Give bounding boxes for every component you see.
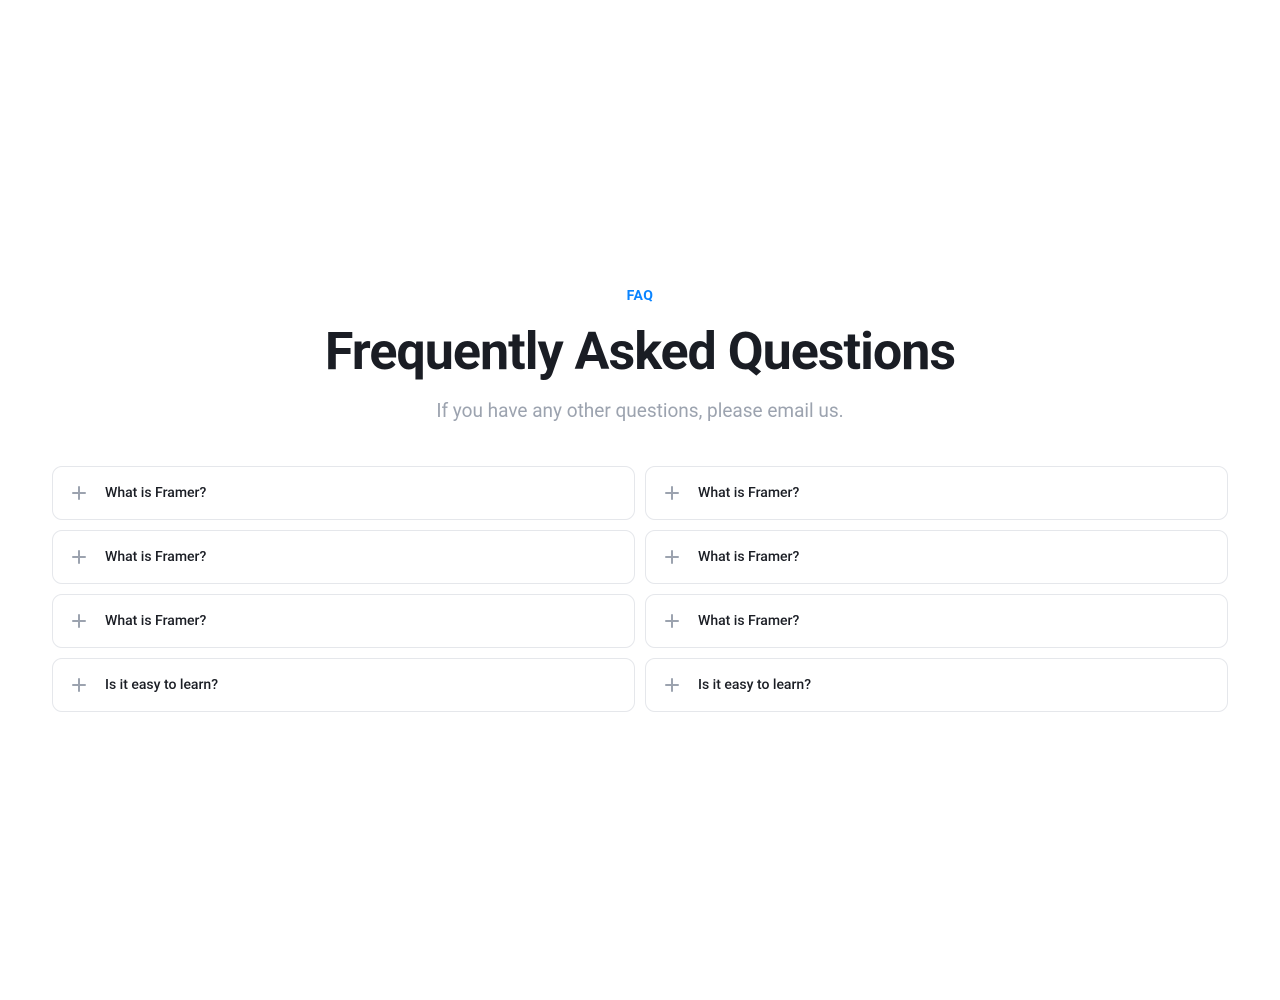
faq-question: Is it easy to learn? [105, 677, 218, 693]
faq-item[interactable]: Is it easy to learn? [52, 658, 635, 712]
faq-item[interactable]: Is it easy to learn? [645, 658, 1228, 712]
page-subtitle: If you have any other questions, please … [436, 399, 843, 422]
page-title: Frequently Asked Questions [325, 322, 955, 382]
faq-item[interactable]: What is Framer? [52, 594, 635, 648]
faq-item[interactable]: What is Framer? [645, 466, 1228, 520]
plus-icon [71, 549, 87, 565]
faq-section: FAQ Frequently Asked Questions If you ha… [52, 288, 1228, 713]
faq-item[interactable]: What is Framer? [645, 530, 1228, 584]
faq-question: What is Framer? [698, 549, 799, 565]
plus-icon [664, 485, 680, 501]
plus-icon [664, 613, 680, 629]
faq-item[interactable]: What is Framer? [52, 466, 635, 520]
plus-icon [71, 613, 87, 629]
faq-question: What is Framer? [105, 549, 206, 565]
plus-icon [71, 677, 87, 693]
section-eyebrow: FAQ [627, 288, 654, 304]
faq-item[interactable]: What is Framer? [645, 594, 1228, 648]
faq-question: What is Framer? [105, 485, 206, 501]
faq-question: What is Framer? [698, 485, 799, 501]
faq-question: What is Framer? [105, 613, 206, 629]
plus-icon [664, 549, 680, 565]
plus-icon [71, 485, 87, 501]
plus-icon [664, 677, 680, 693]
faq-grid: What is Framer? What is Framer? What is … [52, 466, 1228, 712]
faq-question: What is Framer? [698, 613, 799, 629]
faq-question: Is it easy to learn? [698, 677, 811, 693]
faq-item[interactable]: What is Framer? [52, 530, 635, 584]
